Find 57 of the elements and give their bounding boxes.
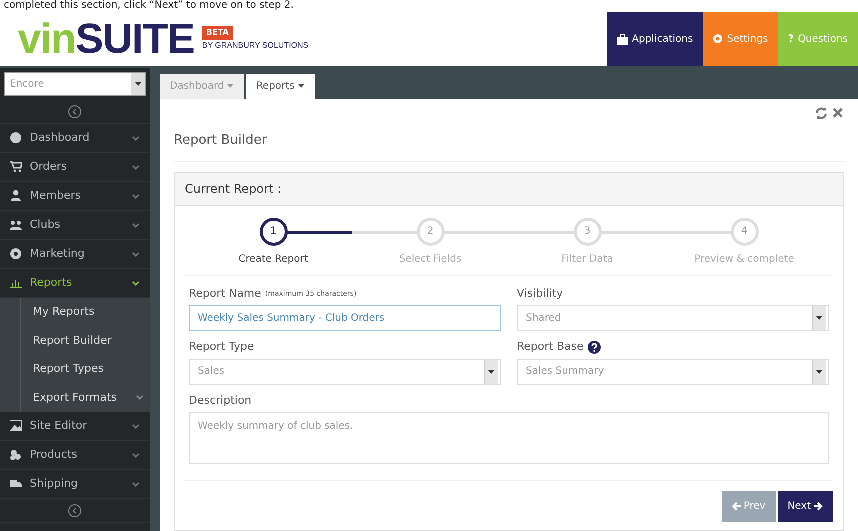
caret-icon — [488, 370, 495, 374]
chevron-icon — [132, 222, 140, 228]
submenu-item[interactable]: Report Builder — [21, 326, 150, 355]
caret-icon — [134, 82, 142, 86]
caret-icon — [298, 84, 305, 88]
step-label: Preview & complete — [694, 252, 794, 266]
step-circle[interactable]: 1 — [260, 218, 288, 246]
step-label: Filter Data — [562, 252, 614, 266]
settings-icon — [713, 34, 724, 44]
tab[interactable]: Reports — [246, 74, 315, 99]
truck-icon — [10, 478, 22, 490]
beta-badge: BETA — [202, 26, 233, 40]
step-label: Create Report — [238, 252, 308, 266]
caret-icon — [816, 370, 823, 374]
cubes-icon — [10, 449, 22, 461]
field-label: Report Base — [517, 339, 584, 355]
chevron-icon — [132, 164, 140, 170]
target-icon — [10, 248, 22, 260]
collapse-icon[interactable] — [68, 504, 82, 518]
chevron-icon — [132, 482, 140, 486]
chevron-icon — [136, 395, 144, 400]
chevron-icon — [132, 452, 140, 458]
field-label: Description — [189, 392, 252, 408]
chevron-icon — [132, 136, 140, 140]
section-header: Current Report : — [175, 172, 843, 206]
field-label: Report Type — [189, 339, 254, 355]
header-nav-button[interactable]: Applications — [607, 12, 704, 66]
arrow-icon — [814, 502, 823, 511]
bar-chart-icon — [10, 277, 22, 289]
close-icon[interactable] — [832, 107, 844, 119]
image-icon — [10, 420, 22, 432]
panel-title: Report Builder — [174, 125, 844, 162]
field-label: Visibility — [517, 286, 564, 302]
step-label: Select Fields — [399, 252, 462, 266]
field-label: Report Name — [189, 286, 262, 302]
submenu-item[interactable]: My Reports — [21, 298, 150, 326]
chevron-icon — [132, 424, 140, 428]
input-field[interactable]: Weekly Sales Summary - Club Orders — [189, 305, 501, 331]
caption-text: completed this section, click “Next” to move on to step 2. — [0, 0, 858, 12]
byline-text: BY GRANBURY SOLUTIONS — [202, 40, 309, 52]
refresh-icon[interactable] — [815, 107, 828, 120]
group-icon — [10, 219, 22, 231]
caret-icon — [816, 316, 823, 320]
next-button[interactable]: Next — [778, 491, 833, 522]
briefcase-icon — [617, 34, 628, 44]
help-icon[interactable] — [588, 340, 601, 354]
collapse-icon[interactable] — [68, 104, 82, 118]
chevron-icon — [132, 252, 140, 256]
person-icon — [10, 190, 22, 202]
submenu-item[interactable]: Export Formats — [21, 384, 150, 412]
cart-icon — [10, 161, 22, 173]
chevron-icon — [132, 280, 140, 286]
logo-text: vinSUITE — [18, 18, 194, 60]
caret-icon — [227, 84, 234, 88]
arrow-icon — [732, 502, 741, 511]
chevron-icon — [132, 194, 140, 198]
submenu-item[interactable]: Report Types — [21, 355, 150, 384]
